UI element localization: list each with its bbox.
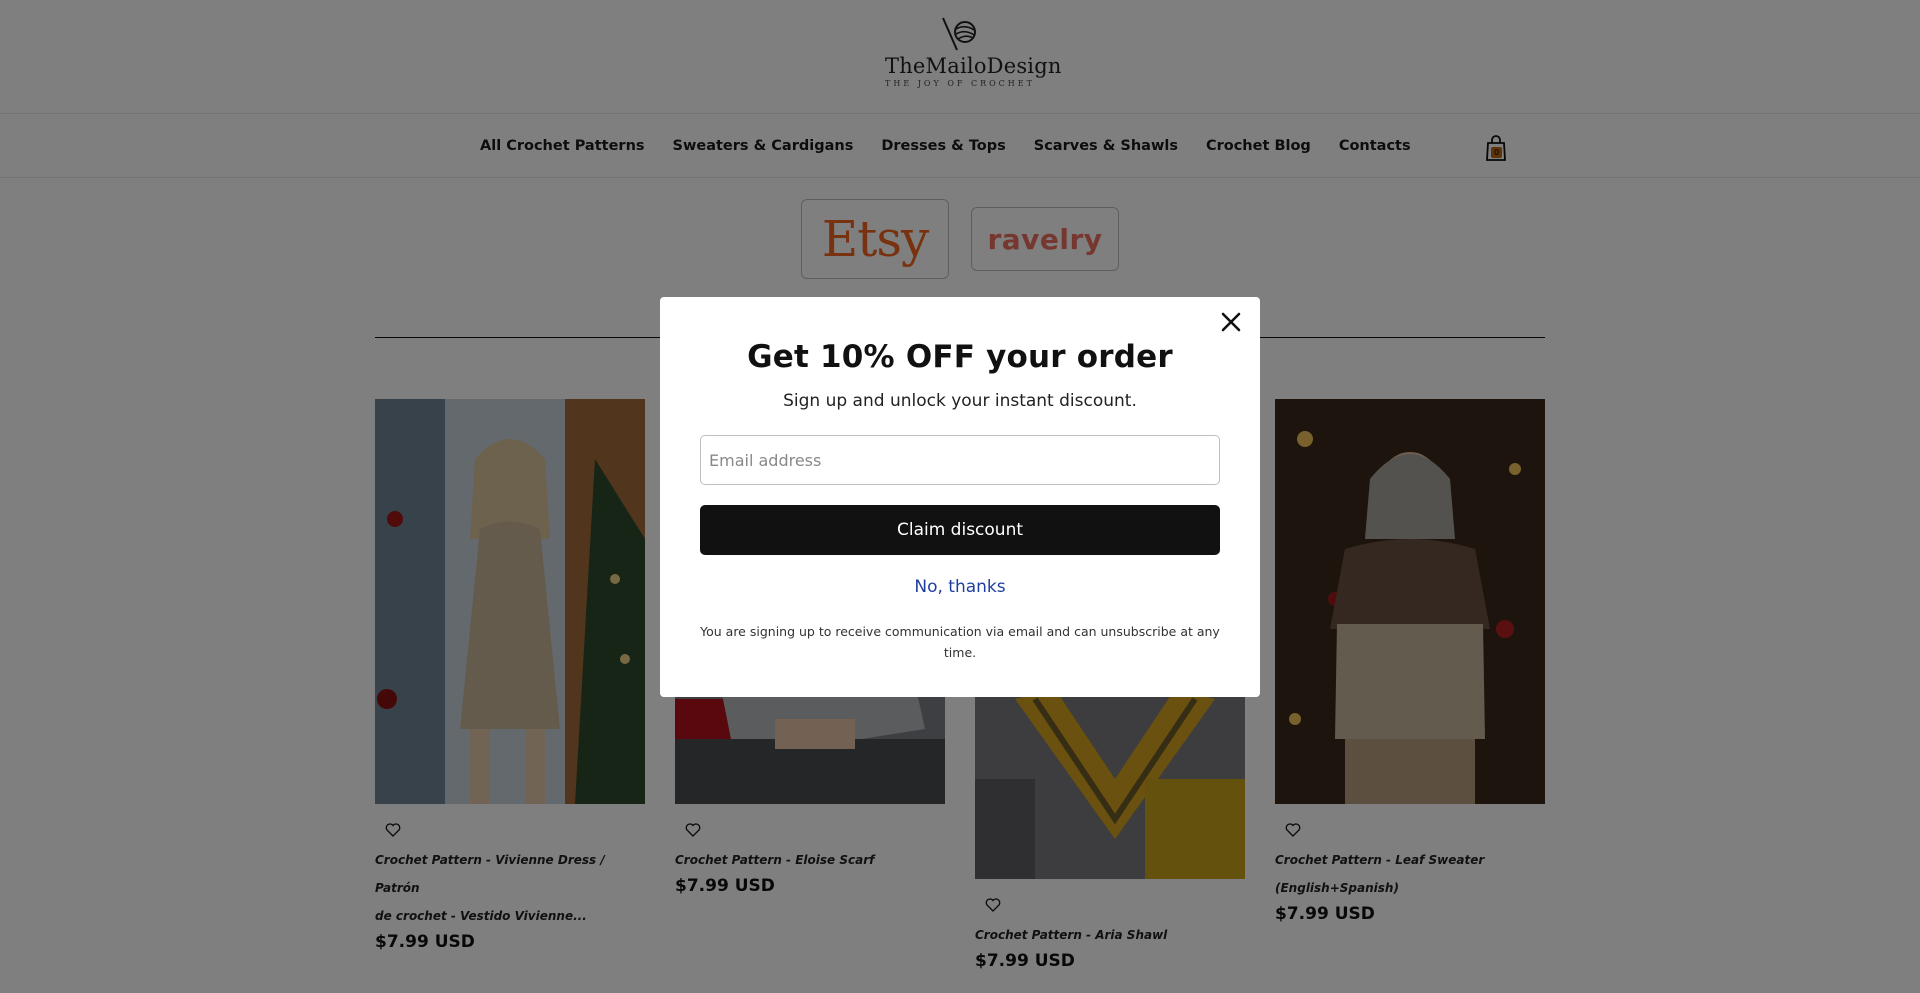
popup-subtitle: Sign up and unlock your instant discount… [783,391,1137,411]
popup-title: Get 10% OFF your order [747,339,1173,375]
no-thanks-button[interactable]: No, thanks [914,577,1005,597]
close-icon[interactable] [1218,309,1244,335]
storefront-page: TheMailoDesign THE JOY OF CROCHET All Cr… [0,0,1920,993]
claim-discount-button[interactable]: Claim discount [700,505,1220,555]
discount-popup: Get 10% OFF your order Sign up and unloc… [660,297,1260,697]
popup-legal-text: You are signing up to receive communicat… [700,624,1220,660]
email-field[interactable] [700,435,1220,485]
